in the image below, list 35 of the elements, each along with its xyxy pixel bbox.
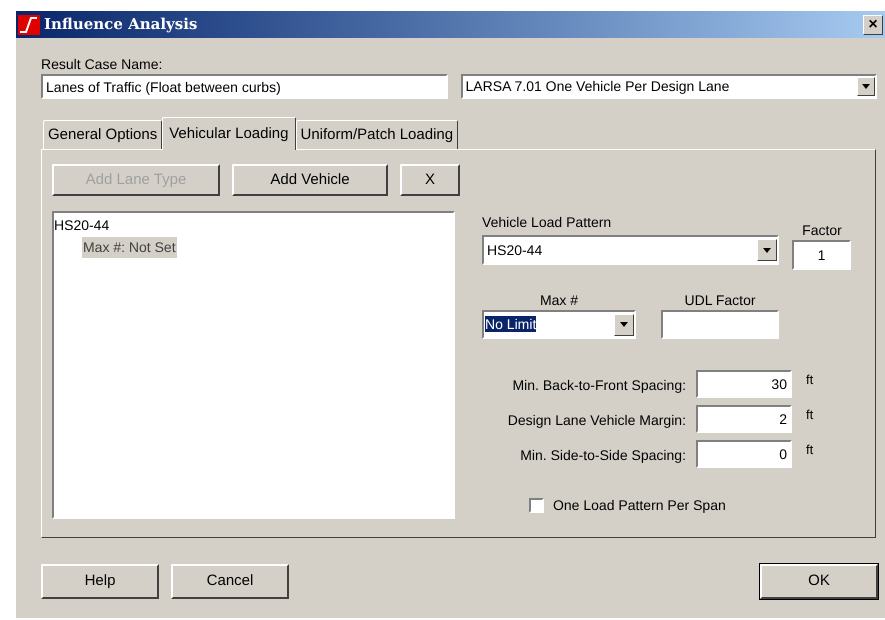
vehicle-load-pattern-dropdown[interactable]: HS20-44 <box>482 235 779 265</box>
unit-label: ft <box>806 406 814 424</box>
result-case-name-field[interactable]: Lanes of Traffic (Float between curbs) <box>41 74 448 99</box>
app-logo-icon <box>18 14 40 34</box>
field-label: Min. Side-to-Side Spacing: <box>519 446 687 465</box>
field-label: UDL Factor <box>683 291 757 310</box>
window-title: Influence Analysis <box>44 14 198 36</box>
unit-label: ft <box>806 371 814 389</box>
field-label: Design Lane Vehicle Margin: <box>506 411 687 430</box>
tree-item[interactable]: HS20-44 <box>54 214 110 236</box>
field-label: Factor <box>801 221 843 240</box>
dialog-button[interactable]: Cancel <box>171 564 289 599</box>
spacing-field[interactable]: 2 <box>696 405 792 433</box>
factor-field[interactable]: 1 <box>792 240 851 270</box>
close-button[interactable]: × <box>863 14 883 34</box>
spacing-field[interactable]: 0 <box>696 440 792 468</box>
remove-button[interactable]: X <box>400 164 460 196</box>
toolbar-button[interactable]: Add Vehicle <box>232 164 388 196</box>
tab[interactable]: Vehicular Loading <box>162 117 296 150</box>
spacing-field[interactable]: 30 <box>696 370 792 398</box>
checkbox-label[interactable]: One Load Pattern Per Span <box>553 495 726 516</box>
dialog-button[interactable]: OK <box>760 564 878 599</box>
checkbox[interactable] <box>529 498 544 513</box>
field-label: Vehicle Load Pattern <box>482 213 612 232</box>
max-count-dropdown[interactable]: No Limit <box>482 310 636 339</box>
tree-item[interactable]: Max #: Not Set <box>82 236 177 258</box>
udl-factor-field[interactable] <box>661 310 779 339</box>
field-label: Min. Back-to-Front Spacing: <box>511 376 687 395</box>
unit-label: ft <box>806 441 814 459</box>
field-label: Max # <box>538 291 580 310</box>
tab[interactable]: Uniform/Patch Loading <box>296 120 458 149</box>
dialog-button[interactable]: Help <box>41 564 159 599</box>
method-dropdown[interactable]: LARSA 7.01 One Vehicle Per Design Lane <box>460 74 877 99</box>
field-label: Result Case Name: <box>41 55 164 72</box>
tab[interactable]: General Options <box>43 120 162 149</box>
